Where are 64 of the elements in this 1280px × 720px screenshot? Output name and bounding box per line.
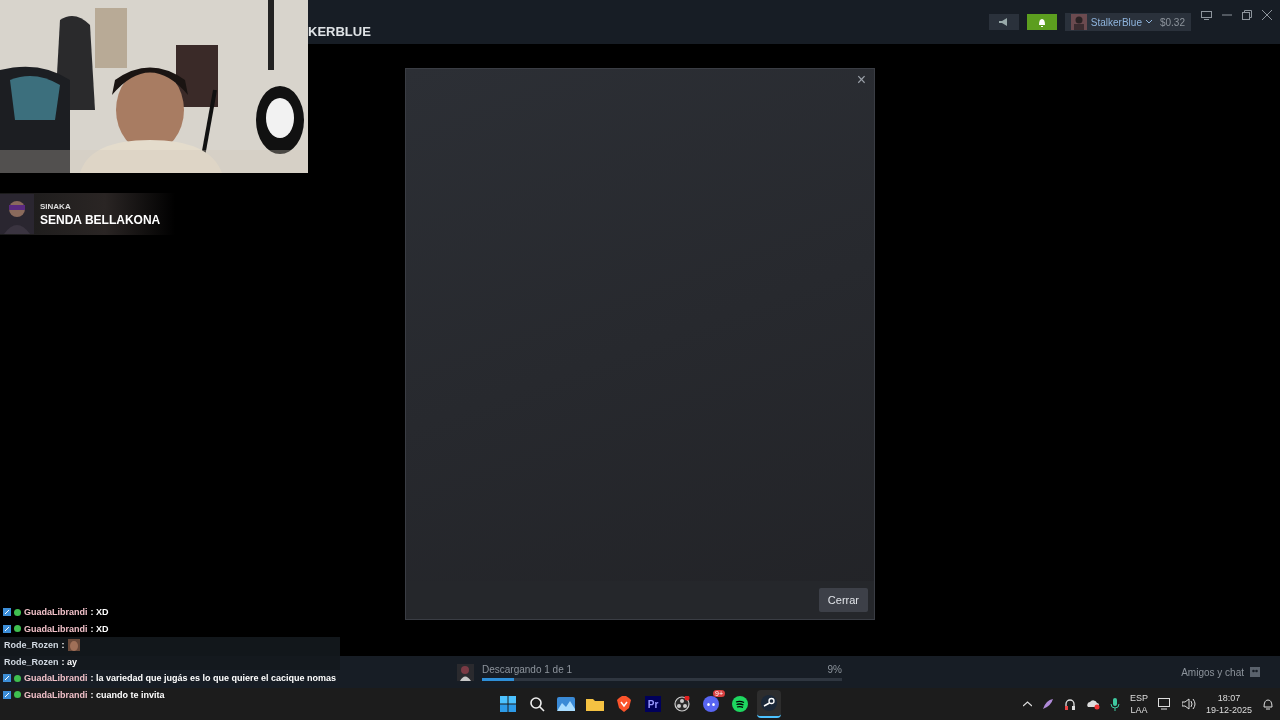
discord-icon (703, 696, 719, 712)
caret-icon (1145, 20, 1152, 24)
taskbar-app[interactable] (757, 690, 781, 718)
microphone-icon[interactable] (1109, 697, 1120, 711)
lion-shield-icon (617, 696, 631, 712)
chat-message: : la variedad que jugás es lo que quiere el cacique nomas (90, 673, 337, 684)
restore-icon (1242, 10, 1252, 20)
premiere-icon: Pr (645, 696, 661, 712)
announcements-button[interactable] (988, 14, 1019, 30)
download-percent: 9% (827, 663, 842, 675)
status-dot-icon (14, 625, 21, 633)
steam-icon (761, 695, 777, 711)
megaphone-icon (998, 18, 1009, 26)
search-icon (529, 696, 545, 712)
close-button[interactable] (1260, 8, 1274, 22)
status-dot-icon (14, 674, 21, 682)
download-status[interactable]: Descargando 1 de 1 (482, 663, 573, 675)
feather-icon[interactable] (1041, 698, 1054, 710)
clock[interactable]: 18:07 19-12-2025 (1205, 692, 1252, 716)
photo-icon (557, 697, 575, 711)
friends-icon (1250, 667, 1260, 677)
status-dot-icon (14, 608, 21, 616)
headphones-icon[interactable] (1063, 698, 1076, 710)
close-icon (1262, 10, 1272, 20)
chat-username: Rode_Rozen (4, 640, 59, 651)
restore-button[interactable] (1240, 8, 1254, 22)
language-indicator[interactable]: ESP LAA (1129, 692, 1148, 716)
track-title: SENDA BELLAKONA (40, 212, 161, 227)
chat-message: : (61, 640, 65, 651)
big-picture-button[interactable] (1199, 8, 1214, 22)
folder-icon (586, 697, 604, 711)
spotify-icon (732, 696, 748, 712)
cloud-icon[interactable] (1085, 698, 1100, 710)
notifications-button[interactable] (1026, 14, 1057, 30)
account-menu[interactable]: StalkerBlue $0.32 (1064, 13, 1191, 31)
platform-badge-icon (3, 608, 11, 617)
chat-username: GuadaLibrandi (24, 607, 88, 618)
close-dialog-button[interactable]: Cerrar (818, 588, 868, 612)
platform-badge-icon (3, 690, 11, 699)
monitor-icon (1201, 10, 1212, 20)
chat-message: : ay (61, 656, 78, 667)
bell-icon (1037, 17, 1046, 27)
platform-badge-icon (3, 674, 11, 683)
chat-message: : XD (90, 607, 109, 618)
obs-icon (674, 696, 690, 712)
window-title: KERBLUE (308, 23, 372, 39)
close-button[interactable]: × (854, 71, 868, 89)
taskbar-app[interactable]: Pr (641, 690, 665, 718)
chat-username: GuadaLibrandi (24, 623, 88, 634)
chat-username: GuadaLibrandi (24, 673, 88, 684)
chevron-up-icon[interactable] (1022, 701, 1032, 707)
status-dot-icon (14, 691, 21, 699)
chat-username: Rode_Rozen (4, 656, 59, 667)
chat-username: GuadaLibrandi (24, 689, 88, 700)
chat-message: : XD (90, 623, 109, 634)
network-icon[interactable] (1157, 698, 1172, 710)
notification-bell-icon[interactable] (1262, 698, 1274, 710)
avatar (1070, 14, 1087, 30)
speaker-icon[interactable] (1181, 698, 1196, 710)
artist-name: SINAKA (40, 201, 72, 211)
windows-icon (500, 696, 516, 712)
friends-chat-button[interactable]: Amigos y chat (1175, 665, 1266, 679)
platform-badge-icon (3, 624, 11, 633)
chat-message: : cuando te invita (90, 689, 165, 700)
